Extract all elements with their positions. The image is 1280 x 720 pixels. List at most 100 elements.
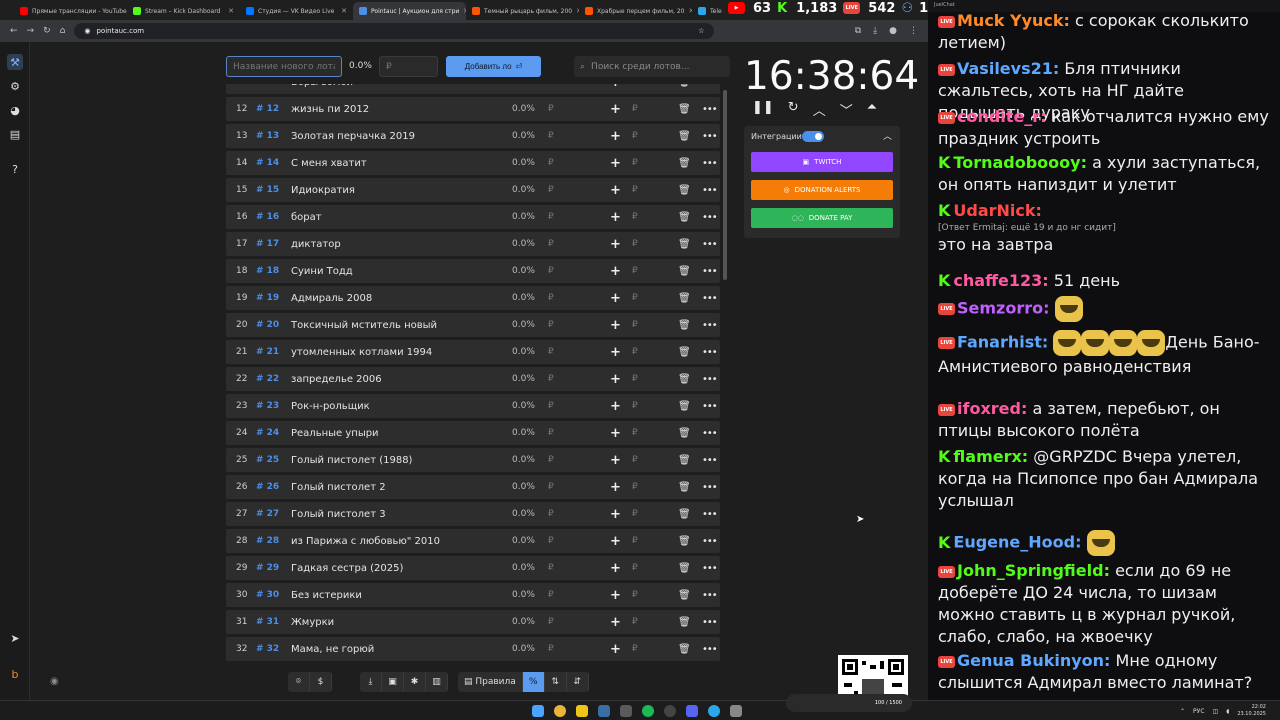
lot-amount[interactable]: ₽ [548,158,554,168]
more-icon[interactable]: ••• [702,374,718,385]
lot-name[interactable]: Суини Тодд [291,266,501,277]
pause-icon[interactable]: ❚❚ [752,100,774,119]
tab-6[interactable]: Tele [692,2,732,20]
lot-amount[interactable]: ₽ [548,617,554,627]
auction-icon[interactable]: ⚒ [7,54,23,70]
delete-icon[interactable]: 🗑 [678,104,691,115]
lot-add-amount[interactable]: ₽ [632,239,638,249]
lot-name[interactable]: из Парижа с любовью" 2010 [291,536,501,547]
lot-name[interactable]: борат [291,212,501,223]
lot-add-amount[interactable]: ₽ [632,509,638,519]
clock[interactable]: 22:02 23.10.2025 [1237,704,1266,718]
lot-name[interactable]: запределье 2006 [291,374,501,385]
more-icon[interactable]: ••• [702,347,718,358]
chat-username[interactable]: ifoxred [957,399,1021,418]
address-bar[interactable]: ◉ pointauc.com ☆ [74,23,715,39]
lot-add-amount[interactable]: ₽ [632,563,638,573]
lot-name[interactable]: Реальные упыри [291,428,501,439]
donation-alerts-button[interactable]: ◎ DONATION ALERTS [751,180,893,200]
delete-icon[interactable]: 🗑 [678,455,691,466]
lot-amount[interactable]: ₽ [548,266,554,276]
chat-username[interactable]: Genua Bukinyon [957,651,1104,670]
delete-icon[interactable]: 🗑 [678,266,691,277]
lot-add-amount[interactable]: ₽ [632,482,638,492]
sort-icon[interactable]: ⇵ [567,672,589,692]
twitch-button[interactable]: ▣ TWITCH [751,152,893,172]
misc-icon[interactable] [730,705,742,717]
bug-icon[interactable]: ✱ [404,672,426,692]
delete-icon[interactable]: 🗑 [678,320,691,331]
chevron-up-icon[interactable]: ︿ [813,100,826,119]
delete-icon[interactable]: 🗑 [678,212,691,223]
integrations-toggle[interactable] [802,131,824,142]
more-icon[interactable]: ••• [702,563,718,574]
obs-icon[interactable] [664,705,676,717]
lot-add-amount[interactable]: ₽ [632,212,638,222]
lot-amount[interactable]: ₽ [548,104,554,114]
lot-amount[interactable]: ₽ [548,374,554,384]
delete-icon[interactable]: 🗑 [678,590,691,601]
delete-icon[interactable]: 🗑 [678,293,691,304]
lot-name[interactable]: Без истерики [291,590,501,601]
lot-amount[interactable]: ₽ [548,401,554,411]
tray-up-icon[interactable]: ⌃ [1180,708,1185,715]
lot-add-amount[interactable]: ₽ [632,374,638,384]
delete-icon[interactable]: 🗑 [678,131,691,142]
lot-add-amount[interactable]: ₽ [632,347,638,357]
add-amount-icon[interactable]: + [610,183,621,198]
lot-add-amount[interactable]: ₽ [632,320,638,330]
more-icon[interactable]: ••• [702,158,718,169]
chat-username[interactable]: chaffe123 [953,271,1042,290]
more-icon[interactable]: ••• [702,428,718,439]
boosty-icon[interactable]: b [7,666,23,682]
delete-icon[interactable]: 🗑 [678,536,691,547]
lot-add-amount[interactable]: ₽ [632,428,638,438]
chat-username[interactable]: John_Springfield [957,561,1104,580]
lot-name[interactable]: Голый пистолет (1988) [291,455,501,466]
lot-amount[interactable]: ₽ [548,536,554,546]
percent-toggle[interactable]: % [522,672,545,692]
add-amount-icon[interactable]: + [610,399,621,414]
back-icon[interactable]: ← [10,26,18,36]
downloads-icon[interactable]: ⤓ [873,26,877,36]
add-amount-icon[interactable]: + [610,372,621,387]
new-lot-amount-input[interactable] [379,56,438,77]
reload-icon[interactable]: ↻ [43,26,51,36]
tab-5[interactable]: Храбрые перцем фильм, 20 ✕ [579,2,692,20]
lot-name[interactable]: Мама, не горюй [291,644,501,655]
donate-icon[interactable]: $ [310,672,332,692]
lot-amount[interactable]: ₽ [548,212,554,222]
add-amount-icon[interactable]: + [610,426,621,441]
tab-2[interactable]: Студия — VK Видео Live ✕ [240,2,353,20]
chat-username[interactable]: UdarNick [953,201,1035,220]
double-chevron-up-icon[interactable]: ⏶ [867,100,877,119]
lot-amount[interactable]: ₽ [548,239,554,249]
delete-icon[interactable]: 🗑 [678,482,691,493]
lot-add-amount[interactable]: ₽ [632,293,638,303]
telegram-taskbar-icon[interactable] [708,705,720,717]
add-amount-icon[interactable]: + [610,318,621,333]
clear-icon[interactable]: ▥ [426,672,448,692]
new-lot-input[interactable] [226,56,342,77]
add-amount-icon[interactable]: + [610,588,621,603]
add-amount-icon[interactable]: + [610,453,621,468]
lot-add-amount[interactable]: ₽ [632,185,638,195]
chat-username[interactable]: Eugene_Hood [953,533,1075,552]
delete-icon[interactable]: 🗑 [678,374,691,385]
history-icon[interactable]: ▤ [7,126,23,142]
home-icon[interactable]: ⌂ [60,26,66,36]
scrollbar[interactable] [723,90,727,280]
lot-name[interactable]: Идиократия [291,185,501,196]
delete-icon[interactable]: 🗑 [678,617,691,628]
tab-4[interactable]: Темный рыцарь фильм, 200✕ [466,2,579,20]
chat-username[interactable]: condite_r [957,107,1040,126]
more-icon[interactable]: ••• [702,482,718,493]
more-icon[interactable]: ••• [702,644,718,655]
more-icon[interactable]: ••• [702,401,718,412]
more-icon[interactable]: ••• [702,84,718,88]
add-amount-icon[interactable]: + [610,561,621,576]
lot-name[interactable]: Рок-н-рольщик [291,401,501,412]
add-amount-icon[interactable]: + [610,507,621,522]
add-amount-icon[interactable]: + [610,264,621,279]
site-info-icon[interactable]: ◉ [84,27,90,35]
